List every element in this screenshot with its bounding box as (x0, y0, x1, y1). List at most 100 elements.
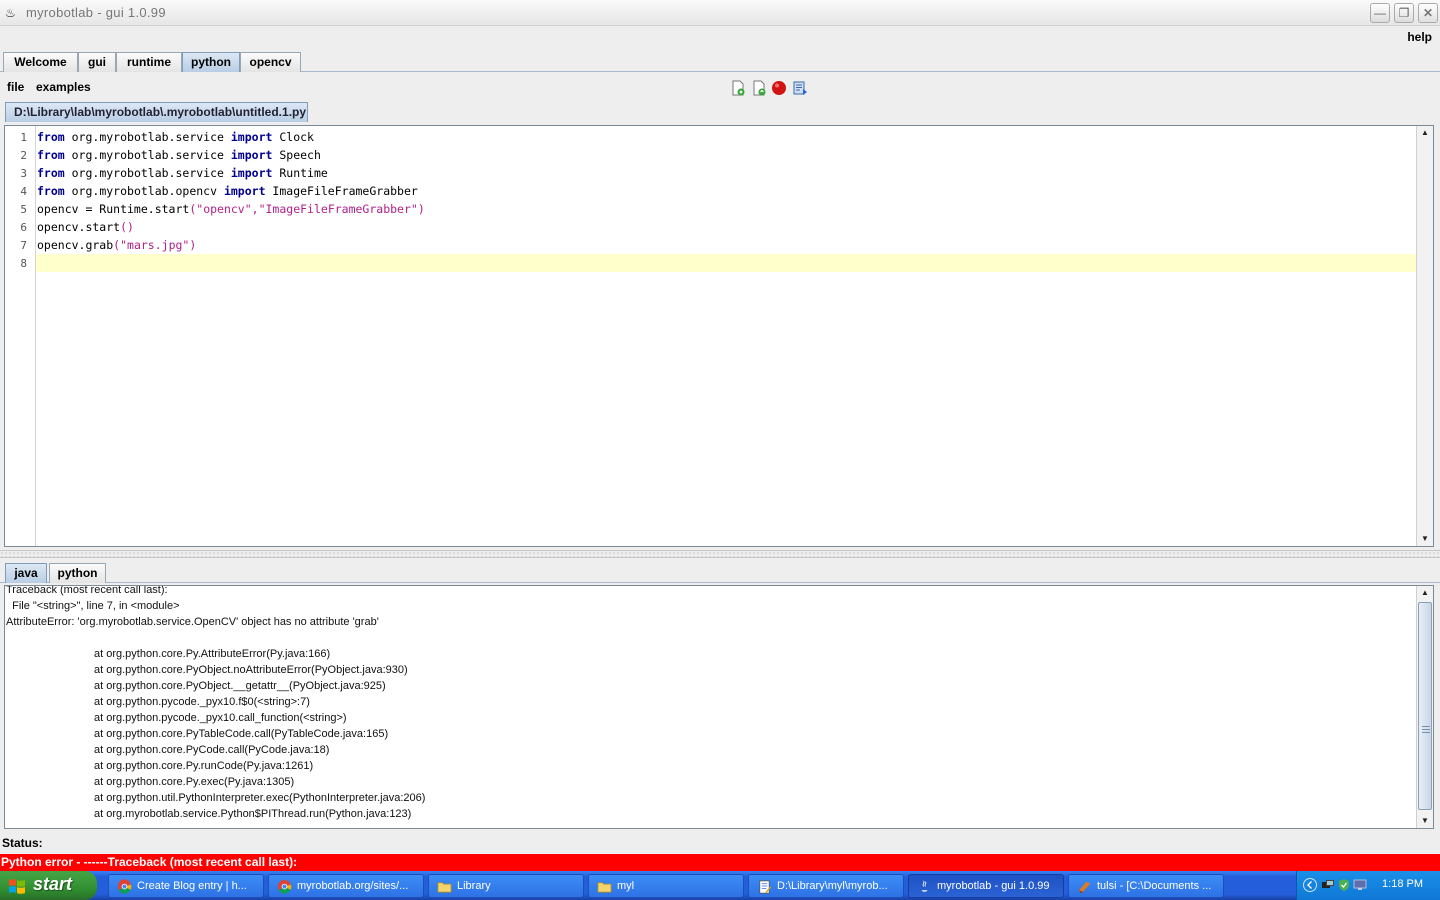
taskbar-item[interactable]: myl (588, 874, 744, 898)
console-line: Traceback (most recent call last): (6, 585, 168, 596)
paren: () (120, 220, 134, 234)
code-text: org.myrobotlab.service (64, 148, 231, 162)
stack-trace-line: at org.python.core.Py.exec(Py.java:1305) (94, 776, 295, 788)
stack-trace-line: at org.python.core.PyCode.call(PyCode.ja… (94, 744, 330, 756)
line-number: 7 (20, 239, 27, 252)
line-number: 6 (20, 221, 27, 234)
examples-menu[interactable]: examples (36, 80, 91, 94)
keyword: import (230, 148, 273, 162)
minimize-button[interactable]: — (1370, 3, 1390, 23)
taskbar-item-label: myrobotlab.org/sites/... (297, 880, 409, 892)
scroll-down-icon[interactable]: ▼ (1417, 814, 1433, 828)
keyword: from (37, 184, 65, 198)
stop-icon[interactable] (771, 80, 787, 96)
line-number: 4 (20, 185, 27, 198)
taskbar-item[interactable]: Create Blog entry | h... (108, 874, 264, 898)
scroll-thumb[interactable] (1418, 602, 1432, 810)
menu-bar: help (0, 26, 1440, 48)
monitor-icon[interactable] (1353, 878, 1367, 892)
file-menu[interactable]: file (7, 80, 24, 94)
security-shield-icon[interactable] (1337, 878, 1351, 892)
tab-python-console[interactable]: python (49, 563, 106, 583)
code-line[interactable]: from org.myrobotlab.service import Speec… (36, 146, 1416, 164)
open-script-icon[interactable] (751, 80, 767, 96)
network-icon[interactable] (1321, 878, 1335, 892)
close-button[interactable]: ✕ (1418, 3, 1438, 23)
execute-icon[interactable] (792, 80, 808, 96)
tab-welcome[interactable]: Welcome (3, 52, 78, 72)
system-clock[interactable]: 1:18 PM (1382, 878, 1423, 890)
taskbar-item[interactable]: tulsi - [C:\Documents ... (1068, 874, 1224, 898)
scroll-grip (1422, 726, 1430, 727)
paren: ) (189, 238, 197, 252)
string-literal: "opencv","ImageFileFrameGrabber" (196, 202, 418, 216)
keyword: import (230, 130, 273, 144)
console-tabs: java python (0, 561, 1440, 583)
code-line[interactable]: opencv.grab("mars.jpg") (36, 236, 1416, 254)
chrome-icon (277, 879, 292, 894)
code-text: opencv.grab (37, 238, 114, 252)
code-line[interactable]: opencv = Runtime.start("opencv","ImageFi… (36, 200, 1416, 218)
tray-expand-icon[interactable] (1303, 878, 1317, 892)
code-text: ImageFileFrameGrabber (265, 184, 418, 198)
scroll-up-icon[interactable]: ▲ (1417, 586, 1433, 600)
taskbar-item-label: D:\Library\myl\myrob... (777, 880, 888, 892)
string-literal: "mars.jpg" (120, 238, 190, 252)
code-text: opencv = Runtime.start (37, 202, 190, 216)
tab-python[interactable]: python (182, 52, 240, 72)
keyword: from (37, 130, 65, 144)
console-scrollbar[interactable]: ▲ ▼ (1416, 586, 1433, 828)
line-number: 3 (20, 167, 27, 180)
start-button[interactable]: start (0, 871, 97, 900)
window-title: myrobotlab - gui 1.0.99 (26, 5, 166, 20)
maximize-button[interactable]: ❐ (1394, 3, 1414, 23)
console-line: AttributeError: 'org.myrobotlab.service.… (6, 616, 379, 628)
stack-trace-line: at org.python.util.PythonInterpreter.exe… (94, 792, 426, 804)
taskbar-item[interactable]: myrobotlab.org/sites/... (268, 874, 424, 898)
scroll-down-icon[interactable]: ▼ (1417, 532, 1433, 546)
scroll-up-icon[interactable]: ▲ (1417, 126, 1433, 140)
code-editor[interactable]: 1 2 3 4 5 6 7 8 from org.myrobotlab.serv… (4, 125, 1434, 547)
windows-logo-icon (9, 879, 25, 894)
title-bar[interactable]: ♨ myrobotlab - gui 1.0.99 — ❐ ✕ (0, 0, 1440, 26)
console-line: File "<string>", line 7, in <module> (6, 600, 180, 612)
code-line[interactable]: from org.myrobotlab.service import Clock (36, 128, 1416, 146)
status-label: Status: (2, 836, 43, 850)
help-menu[interactable]: help (1407, 30, 1432, 44)
java-app-icon: ♨ (5, 6, 16, 20)
error-status-bar: Python error - ------Traceback (most rec… (0, 854, 1440, 871)
taskbar-item-label: myl (617, 880, 635, 892)
code-line[interactable]: from org.myrobotlab.opencv import ImageF… (36, 182, 1416, 200)
code-line[interactable]: opencv.start() (36, 218, 1416, 236)
stack-trace-line: at org.python.core.Py.AttributeError(Py.… (94, 648, 331, 660)
new-script-icon[interactable] (730, 80, 746, 96)
keyword: import (230, 166, 273, 180)
tab-opencv[interactable]: opencv (240, 52, 301, 72)
split-pane-divider[interactable] (0, 550, 1440, 558)
notepad-icon (759, 880, 772, 894)
stack-trace-line: at org.python.core.PyTableCode.call(PyTa… (94, 728, 389, 740)
code-text: org.myrobotlab.opencv (64, 184, 224, 198)
code-text: Clock (272, 130, 314, 144)
folder-icon (437, 882, 452, 893)
taskbar-item[interactable]: Library (428, 874, 584, 898)
keyword: from (37, 148, 65, 162)
paren: ) (417, 202, 425, 216)
taskbar-item-active[interactable]: myrobotlab - gui 1.0.99 (908, 874, 1064, 898)
code-line-current[interactable] (36, 254, 1416, 272)
tab-runtime[interactable]: runtime (116, 52, 182, 72)
taskbar: start Create Blog entry | h... myrobotla… (0, 871, 1440, 900)
tab-gui[interactable]: gui (78, 52, 116, 72)
console-output[interactable]: Traceback (most recent call last): File … (4, 585, 1434, 829)
stack-trace-line: at org.python.pycode._pyx10.f$0(<string>… (94, 696, 310, 708)
line-number: 8 (20, 257, 27, 270)
script-file-tab[interactable]: D:\Library\lab\myrobotlab\.myrobotlab\un… (5, 102, 308, 122)
code-line[interactable]: from org.myrobotlab.service import Runti… (36, 164, 1416, 182)
keyword: import (223, 184, 266, 198)
taskbar-item[interactable]: D:\Library\myl\myrob... (748, 874, 904, 898)
line-number: 2 (20, 149, 27, 162)
tab-java-console[interactable]: java (5, 563, 47, 583)
editor-scrollbar[interactable]: ▲ ▼ (1416, 126, 1433, 546)
start-label: start (33, 874, 73, 894)
stack-trace-line: at org.myrobotlab.service.Python$PIThrea… (94, 808, 412, 820)
